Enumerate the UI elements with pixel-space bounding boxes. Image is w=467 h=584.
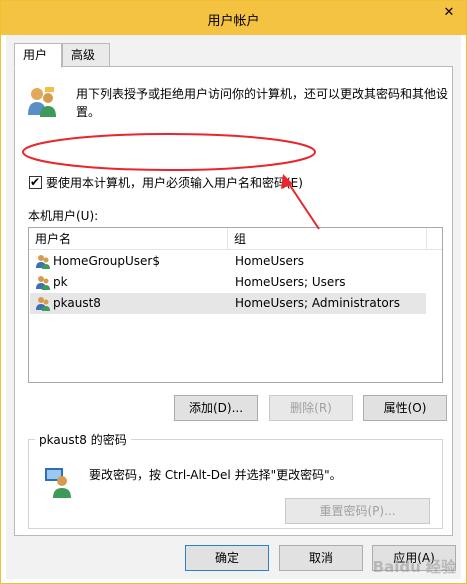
user-group: HomeUsers; Users — [235, 275, 346, 289]
local-users-label: 本机用户(U): — [28, 209, 99, 223]
watermark: Baidu 经验 — [372, 558, 456, 576]
password-instruction: 要改密码，按 Ctrl-Alt-Del 并选择"更改密码"。 — [89, 468, 342, 482]
dialog-client-area: 用户 高级 用下列表授予或拒绝用户访问你的计算机，还可以更改其密码和其他设置。 … — [6, 35, 461, 579]
user-name: pk — [53, 275, 68, 289]
user-icon — [36, 276, 50, 290]
table-row-selected[interactable]: pkaust8 HomeUsers; Administrators — [30, 293, 426, 314]
check-icon: ✔ — [30, 175, 41, 189]
intro-text: 用下列表授予或拒绝用户访问你的计算机，还可以更改其密码和其他设置。 — [76, 87, 449, 119]
user-name: pkaust8 — [53, 296, 101, 310]
remove-user-button[interactable]: 删除(R) — [269, 395, 353, 421]
local-users-list[interactable]: 用户名 组 HomeGroupUser$ HomeUsers pk HomeUs… — [28, 227, 443, 383]
password-group-title: pkaust8 的密码 — [35, 431, 131, 448]
close-icon[interactable]: ✕ — [438, 4, 460, 22]
password-group: pkaust8 的密码 要改密码，按 Ctrl-Alt-Del 并选择"更改密码… — [28, 431, 443, 529]
user-group: HomeUsers — [235, 254, 305, 268]
tab-advanced[interactable]: 高级 — [62, 43, 110, 67]
must-login-checkbox[interactable]: ✔ — [29, 175, 42, 189]
user-accounts-window: 用户帐户 ✕ 用户 高级 用下列表授予或拒绝用户访问你的计算机，还可以更改其密码… — [0, 0, 467, 584]
table-row[interactable]: HomeGroupUser$ HomeUsers — [30, 251, 426, 272]
user-group: HomeUsers; Administrators — [235, 296, 400, 310]
add-user-button[interactable]: 添加(D)... — [174, 395, 258, 421]
user-icon — [36, 297, 50, 311]
tab-users[interactable]: 用户 — [14, 43, 62, 68]
table-row[interactable]: pk HomeUsers; Users — [30, 272, 426, 293]
title-bar[interactable]: 用户帐户 ✕ — [1, 1, 466, 35]
list-header: 用户名 组 — [29, 228, 442, 250]
properties-button[interactable]: 属性(O) — [363, 395, 447, 421]
window-title: 用户帐户 — [207, 14, 260, 29]
reset-password-button[interactable]: 重置密码(P)... — [285, 498, 430, 524]
ok-button[interactable]: 确定 — [185, 545, 269, 571]
users-icon — [28, 87, 56, 117]
column-separator[interactable] — [426, 228, 427, 250]
column-header-username[interactable]: 用户名 — [29, 228, 227, 250]
users-tab-panel: 用下列表授予或拒绝用户访问你的计算机，还可以更改其密码和其他设置。 ✔ 要使用本… — [14, 66, 453, 536]
must-login-label[interactable]: 要使用本计算机，用户必须输入用户名和密码(E) — [46, 174, 303, 191]
user-name: HomeGroupUser$ — [53, 254, 160, 268]
password-icon — [45, 468, 71, 498]
column-header-group[interactable]: 组 — [228, 228, 426, 250]
cancel-button[interactable]: 取消 — [279, 545, 363, 571]
user-icon — [36, 255, 50, 269]
